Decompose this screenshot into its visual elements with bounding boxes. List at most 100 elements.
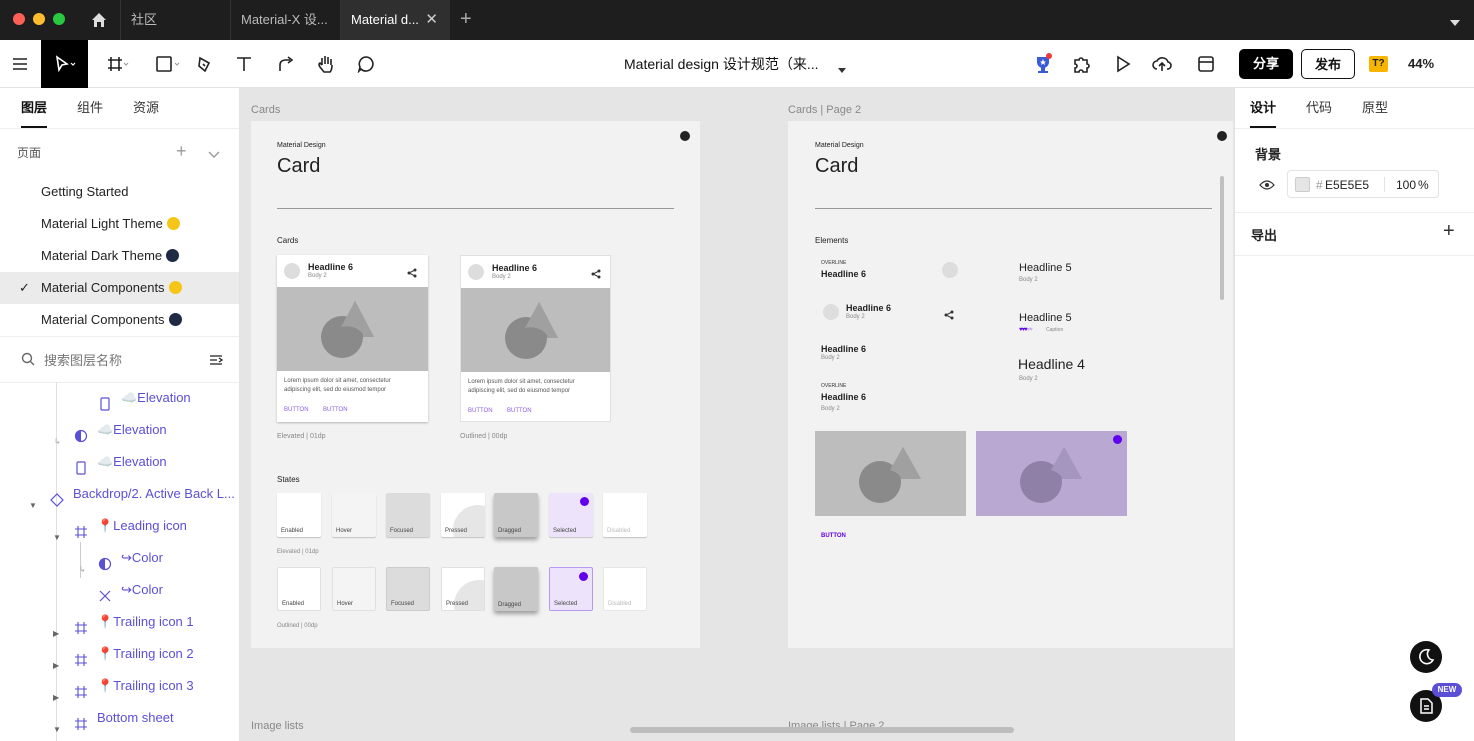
color-swatch[interactable]: [1295, 177, 1310, 192]
eye-icon[interactable]: [1259, 178, 1275, 196]
zoom-level[interactable]: 44%: [1408, 40, 1434, 88]
state-dragged[interactable]: Dragged: [494, 567, 538, 611]
tab-community[interactable]: 社区: [120, 0, 230, 40]
maximize-window-button[interactable]: [53, 13, 65, 25]
add-export-icon[interactable]: +: [1443, 221, 1455, 241]
title-dropdown-icon[interactable]: [838, 61, 846, 79]
expand-arrow-icon[interactable]: ▼: [29, 490, 37, 510]
page-item[interactable]: Getting Started: [0, 176, 239, 208]
frame-label[interactable]: Cards | Page 2: [788, 104, 861, 116]
filter-icon[interactable]: [209, 353, 224, 371]
state-enabled[interactable]: Enabled: [277, 493, 321, 537]
color-field[interactable]: # E5E5E5 100%: [1287, 170, 1439, 198]
page-item[interactable]: Material Dark Theme: [0, 240, 239, 272]
tab-layers[interactable]: 图层: [21, 88, 48, 128]
state-hover[interactable]: Hover: [332, 567, 376, 611]
opacity-value[interactable]: 100%: [1396, 178, 1429, 192]
new-tab-icon[interactable]: +: [460, 8, 472, 31]
card-button[interactable]: BUTTON: [507, 408, 532, 414]
search-layers-input[interactable]: [44, 350, 194, 370]
scrollbar[interactable]: [1220, 176, 1224, 300]
trophy-icon[interactable]: [1030, 40, 1056, 88]
tab-material-x[interactable]: Material-X 设...: [230, 0, 340, 40]
layer-row[interactable]: ▶ 📍Trailing icon 1: [0, 606, 239, 638]
state-hover[interactable]: Hover: [332, 493, 376, 537]
state-selected[interactable]: Selected: [549, 567, 593, 611]
frame-label[interactable]: Image lists: [251, 720, 304, 732]
state-dragged[interactable]: Dragged: [494, 493, 538, 537]
frame-label[interactable]: Cards: [251, 104, 280, 116]
file-title[interactable]: Material design 设计规范（来...: [624, 40, 819, 88]
page-item-selected[interactable]: ✓ Material Components: [0, 272, 239, 304]
add-page-icon[interactable]: +: [176, 142, 187, 160]
layer-row[interactable]: ▶ 📍Trailing icon 3: [0, 670, 239, 702]
share-button[interactable]: 分享: [1239, 49, 1293, 79]
chevron-down-icon[interactable]: [1449, 15, 1461, 33]
layer-row[interactable]: ▼ Bottom sheet: [0, 702, 239, 734]
tab-assets[interactable]: 资源: [133, 88, 159, 128]
outlined-card[interactable]: Headline 6 Body 2 Lorem ipsum dolor sit …: [460, 255, 611, 422]
card-button[interactable]: BUTTON: [468, 408, 493, 414]
card-button[interactable]: BUTTON: [284, 407, 309, 413]
tab-material-design[interactable]: Material d... ✕: [340, 0, 450, 40]
state-focused[interactable]: Focused: [386, 493, 430, 537]
expand-arrow-icon[interactable]: ▶: [53, 650, 59, 670]
publish-button[interactable]: 发布: [1301, 49, 1355, 79]
minimize-window-button[interactable]: [33, 13, 45, 25]
tab-prototype[interactable]: 原型: [1362, 88, 1388, 128]
color-hex-value[interactable]: E5E5E5: [1325, 178, 1369, 192]
overline: Material Design: [277, 142, 326, 149]
state-enabled[interactable]: Enabled: [277, 567, 321, 611]
state-pressed[interactable]: Pressed: [441, 567, 485, 611]
expand-arrow-icon[interactable]: ▶: [53, 618, 59, 638]
layer-row[interactable]: ↳ ☁️Elevation: [0, 414, 239, 446]
upload-cloud-icon[interactable]: [1150, 40, 1174, 88]
tab-code[interactable]: 代码: [1306, 88, 1332, 128]
tab-design[interactable]: 设计: [1250, 88, 1277, 128]
page-item[interactable]: Material Components: [0, 304, 239, 336]
collapse-pages-icon[interactable]: [208, 146, 220, 164]
horizontal-scrollbar[interactable]: [630, 727, 1014, 733]
dark-mode-button[interactable]: [1410, 641, 1442, 673]
text-tool-icon[interactable]: [232, 40, 256, 88]
expand-arrow-icon[interactable]: ▶: [53, 682, 59, 702]
card-button[interactable]: BUTTON: [323, 407, 348, 413]
state-focused[interactable]: Focused: [386, 567, 430, 611]
layout-icon[interactable]: [1194, 40, 1218, 88]
move-tool-button[interactable]: [41, 40, 88, 88]
share-icon[interactable]: [591, 266, 601, 284]
layer-row[interactable]: ▼ 📍Leading icon: [0, 510, 239, 542]
canvas[interactable]: Cards Cards | Page 2 Material Design Car…: [241, 88, 1233, 741]
play-icon[interactable]: [1112, 40, 1134, 88]
font-missing-badge[interactable]: T?: [1369, 56, 1388, 72]
connector-tool-icon[interactable]: [274, 40, 298, 88]
elevated-card[interactable]: Headline 6 Body 2 Lorem ipsum dolor sit …: [277, 255, 428, 422]
rectangle-tool-icon[interactable]: [146, 40, 190, 88]
page-item[interactable]: Material Light Theme: [0, 208, 239, 240]
frame-cards-page2[interactable]: Material Design Card Elements OVERLINE H…: [788, 121, 1233, 648]
layer-row[interactable]: ▼ Backdrop/2. Active Back L...: [0, 478, 239, 510]
layer-row[interactable]: ☁️Elevation: [0, 382, 239, 414]
plugin-icon[interactable]: [1070, 40, 1094, 88]
element-button[interactable]: BUTTON: [821, 533, 846, 539]
layer-row[interactable]: ☁️Elevation: [0, 446, 239, 478]
home-icon[interactable]: [90, 11, 108, 34]
expand-arrow-icon[interactable]: ▼: [53, 522, 61, 542]
state-selected[interactable]: Selected: [549, 493, 593, 537]
layer-row[interactable]: ↳ ↪Color: [0, 542, 239, 574]
pen-tool-icon[interactable]: [194, 40, 216, 88]
menu-icon[interactable]: [0, 40, 40, 88]
hand-tool-icon[interactable]: [314, 40, 338, 88]
tab-components[interactable]: 组件: [77, 88, 103, 128]
share-icon[interactable]: [944, 307, 954, 325]
expand-arrow-icon[interactable]: ▼: [53, 714, 61, 734]
layer-row[interactable]: ↪Color: [0, 574, 239, 606]
layer-row[interactable]: ▶ 📍Trailing icon 2: [0, 638, 239, 670]
frame-tool-icon[interactable]: [96, 40, 140, 88]
state-pressed[interactable]: Pressed: [441, 493, 485, 537]
share-icon[interactable]: [407, 265, 417, 283]
frame-cards[interactable]: Material Design Card Cards Headline 6 Bo…: [251, 121, 700, 648]
close-tab-icon[interactable]: ✕: [425, 0, 438, 40]
comment-tool-icon[interactable]: [354, 40, 378, 88]
close-window-button[interactable]: [13, 13, 25, 25]
